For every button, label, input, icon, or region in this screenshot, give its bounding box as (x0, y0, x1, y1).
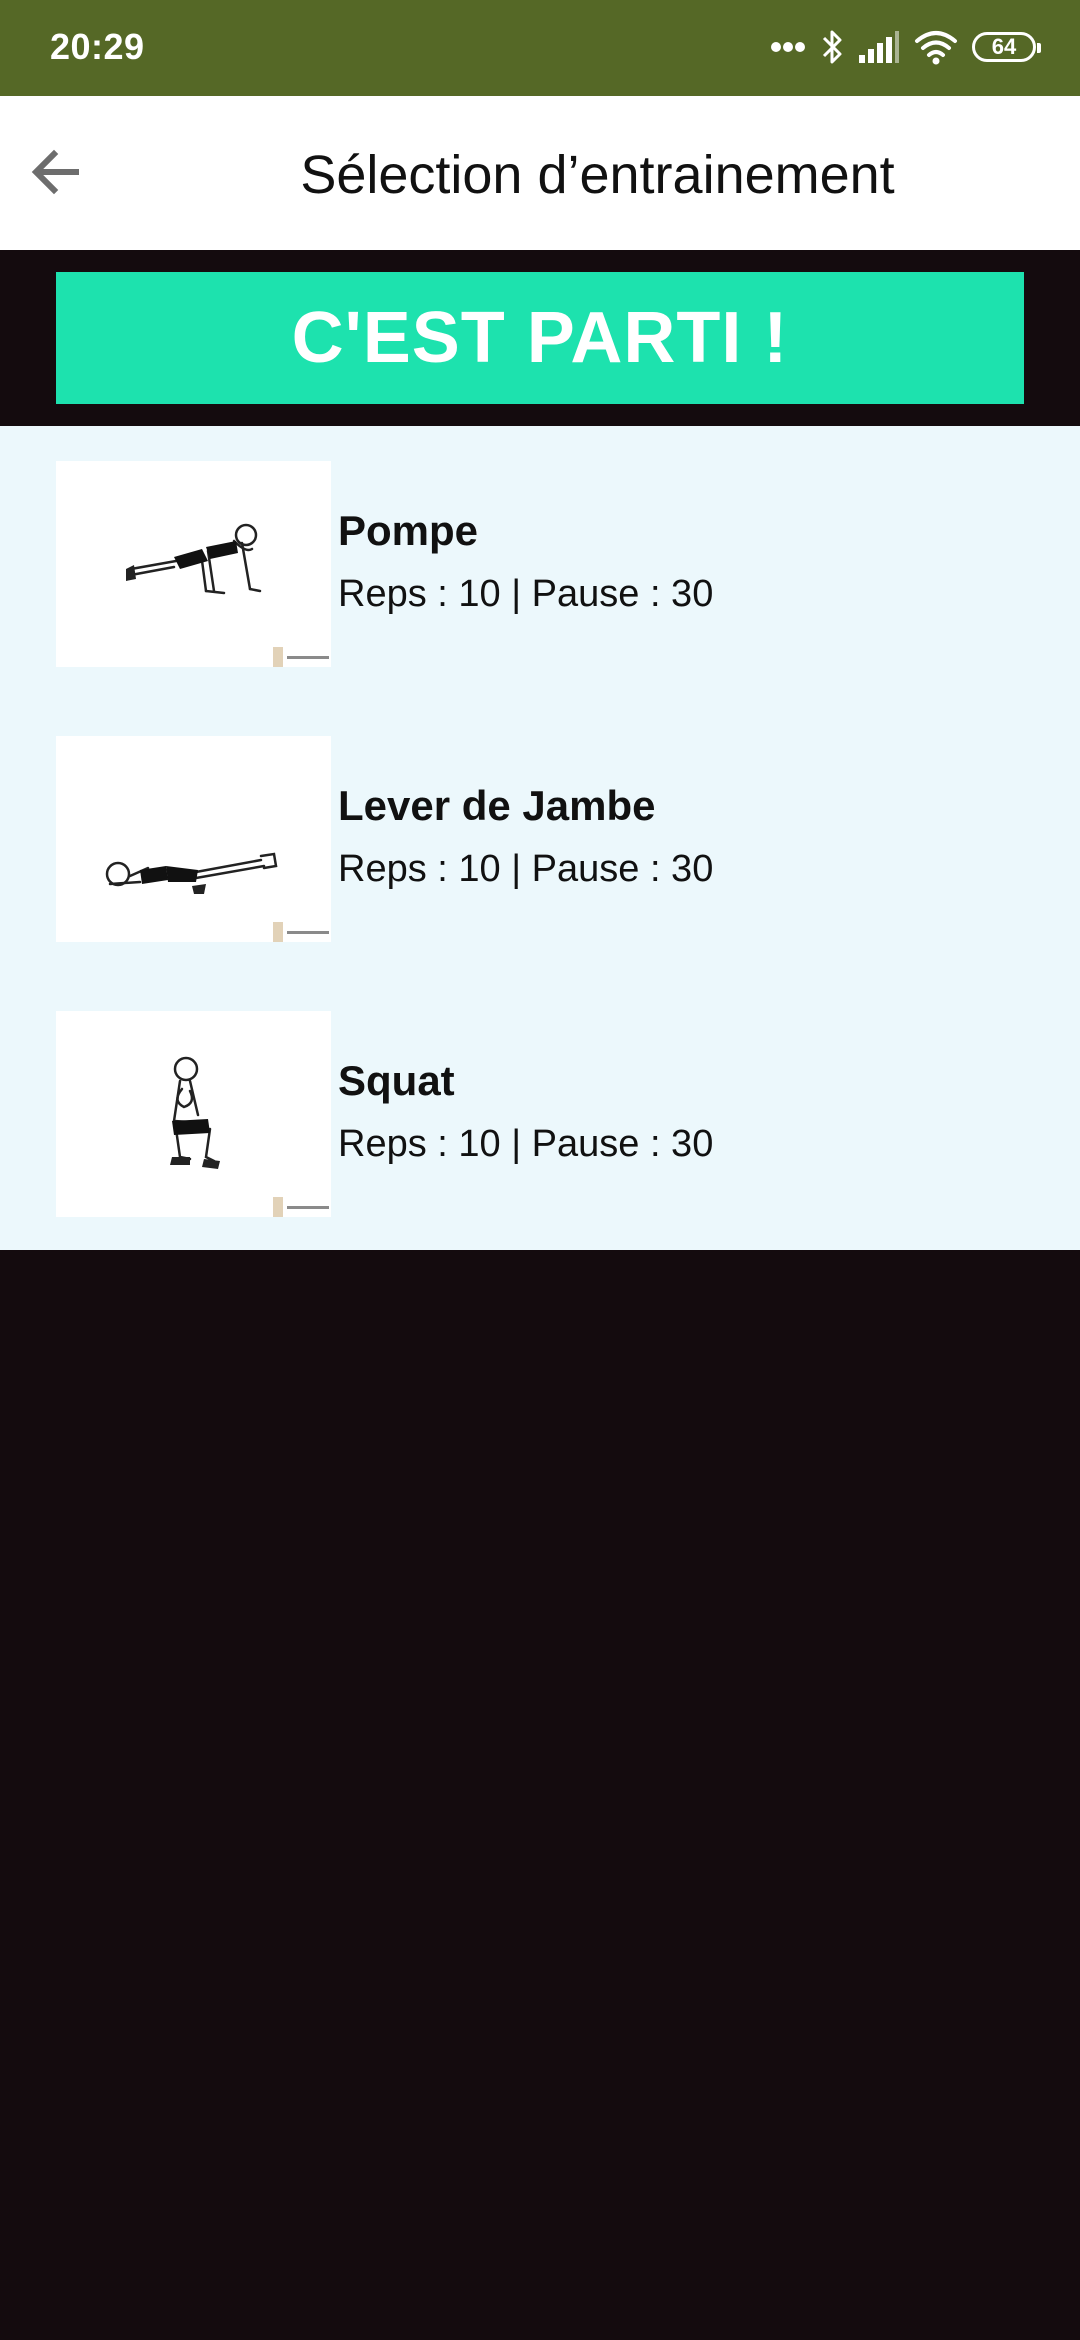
battery-icon: 64 (972, 32, 1041, 62)
watermark-logo (273, 647, 283, 667)
start-workout-button[interactable]: C'EST PARTI ! (56, 272, 1024, 404)
leg-raise-illustration (56, 736, 331, 942)
exercise-name: Lever de Jambe (338, 782, 656, 829)
exercise-name: Squat (338, 1057, 455, 1104)
status-icons: 64 (770, 28, 1041, 66)
more-dots-icon (771, 42, 805, 52)
exercise-name: Pompe (338, 507, 479, 554)
exercise-meta: Reps : 10 | Pause : 30 (338, 848, 714, 890)
battery-level: 64 (991, 34, 1017, 59)
exercise-list: Pompe Reps : 10 | Pause : 30 Lever de Ja… (0, 426, 1080, 1250)
watermark-logo (273, 1197, 283, 1217)
list-item[interactable]: Pompe Reps : 10 | Pause : 30 (56, 461, 1056, 667)
exercise-meta: Reps : 10 | Pause : 30 (338, 573, 714, 615)
watermark-text-mark (287, 1206, 329, 1209)
wifi-icon (915, 31, 957, 65)
bluetooth-icon (822, 30, 842, 64)
signal-icon (859, 31, 899, 63)
push-up-illustration (56, 461, 331, 667)
squat-illustration (56, 1011, 331, 1217)
list-item[interactable]: Lever de Jambe Reps : 10 | Pause : 30 (56, 736, 1056, 942)
watermark-text-mark (287, 656, 329, 659)
page-title: Sélection d’entrainement (300, 145, 895, 205)
start-section: C'EST PARTI ! (0, 250, 1080, 426)
watermark-text-mark (287, 931, 329, 934)
status-time: 20:29 (50, 26, 145, 67)
list-item[interactable]: Squat Reps : 10 | Pause : 30 (56, 1011, 1056, 1217)
status-bar: 20:29 64 (0, 0, 1080, 96)
exercise-meta: Reps : 10 | Pause : 30 (338, 1123, 714, 1165)
app-bar: Sélection d’entrainement (0, 96, 1080, 250)
watermark-logo (273, 922, 283, 942)
